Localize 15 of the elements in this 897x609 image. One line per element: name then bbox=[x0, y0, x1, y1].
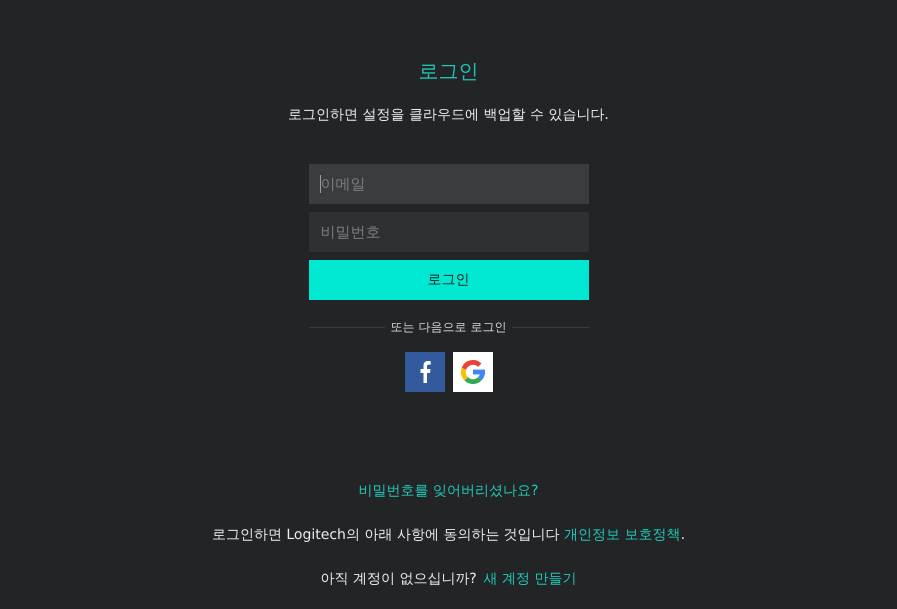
create-account-link[interactable]: 새 계정 만들기 bbox=[484, 569, 577, 589]
terms-text: 로그인하면 Logitech의 아래 사항에 동의하는 것입니다 개인정보 보호정책. bbox=[212, 526, 686, 545]
forgot-password-link[interactable]: 비밀번호를 잊어버리셨나요? bbox=[358, 481, 538, 501]
login-title: 로그인 bbox=[418, 58, 478, 85]
login-subtitle: 로그인하면 설정을 클라우드에 백업할 수 있습니다. bbox=[288, 106, 609, 125]
no-account-text: 아직 계정이 없으십니까? bbox=[320, 570, 477, 589]
social-login-button[interactable] bbox=[404, 352, 444, 392]
privacy-policy-link[interactable]: 개인정보 보호정책 bbox=[564, 527, 681, 543]
email-field[interactable]: 이메일 bbox=[308, 164, 588, 204]
letter-f-icon bbox=[418, 361, 430, 383]
g-logo-icon bbox=[460, 360, 484, 384]
password-field[interactable]: 비밀번호 bbox=[308, 212, 588, 252]
login-button[interactable]: 로그인 bbox=[308, 260, 588, 300]
divider-label: 또는 다음으로 로그인 bbox=[390, 319, 506, 335]
social-login-button[interactable] bbox=[452, 352, 492, 392]
